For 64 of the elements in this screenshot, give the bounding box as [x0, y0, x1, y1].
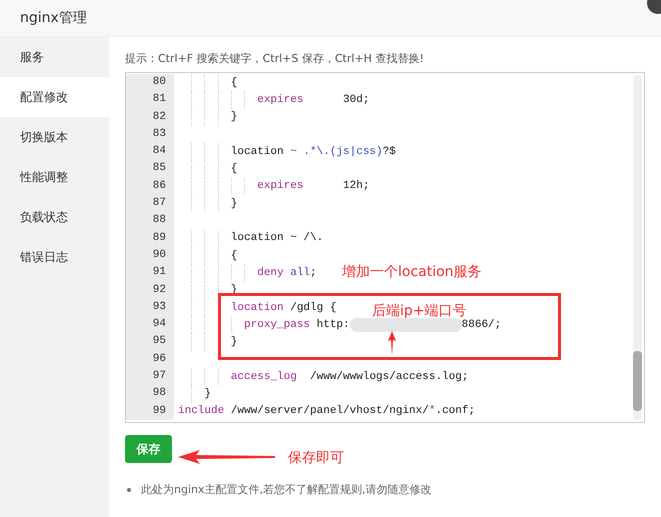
code-token: /www/wwwlogs/access.log;	[309, 370, 468, 383]
line-number: 84	[126, 143, 174, 160]
code-token: }	[230, 111, 238, 124]
line-number: 93	[126, 298, 174, 316]
code-token: deny	[256, 266, 284, 279]
bullet-icon	[127, 488, 131, 492]
line-number: 82	[126, 108, 174, 126]
code-editor[interactable]	[125, 72, 645, 423]
code-token: *	[428, 405, 436, 418]
code-token: access_log	[230, 370, 297, 383]
line-number: 94	[126, 316, 174, 334]
code-token: .conf;	[435, 405, 476, 418]
code-token: ?$	[382, 146, 396, 158]
window-title: nginx管理	[20, 9, 87, 27]
line-number: 96	[126, 350, 174, 368]
line-number: 99	[126, 402, 174, 420]
sidebar-item[interactable]: 服务	[0, 37, 109, 77]
line-number: 90	[126, 246, 174, 264]
annotation-text: 后端ip+端口号	[372, 302, 467, 319]
sidebar-item[interactable]: 配置修改	[0, 77, 109, 117]
line-number: 89	[126, 230, 174, 247]
code-token: location ~ /\.	[230, 232, 324, 244]
scrollbar[interactable]	[633, 75, 642, 420]
code-token: {	[230, 163, 238, 176]
code-token: /www/server/panel/vhost/nginx/	[230, 405, 429, 418]
code-token: }	[230, 336, 238, 348]
line-number: 85	[126, 160, 174, 178]
line-number: 87	[126, 195, 174, 212]
code-token: 8866/;	[462, 318, 502, 331]
code-token: location	[230, 302, 284, 314]
code-token: ~ .*\.(js|css)	[290, 146, 383, 158]
line-number: 95	[126, 333, 174, 351]
code-token: proxy_pass	[243, 318, 310, 331]
line-number: 98	[126, 385, 174, 403]
annotation-text: 增加一个location服务	[342, 263, 482, 281]
sidebar-item[interactable]: 性能调整	[0, 157, 109, 197]
code-token: 30d;	[342, 94, 370, 106]
sidebar-item[interactable]: 切换版本	[0, 117, 109, 157]
sidebar-item[interactable]: 负载状态	[0, 197, 109, 237]
line-number: 91	[126, 264, 174, 282]
annotation-text: 保存即可	[288, 449, 344, 467]
code-token: {	[230, 250, 238, 262]
code-token: ;	[310, 266, 317, 279]
code-token: expires	[256, 180, 304, 192]
code-token: {	[230, 76, 238, 89]
note-text: 此处为nginx主配置文件,若您不了解配置规则,请勿随意修改	[141, 483, 432, 497]
line-number: 80	[126, 74, 174, 92]
code-token: }	[230, 198, 238, 210]
hint-text: 提示：Ctrl+F 搜索关键字，Ctrl+S 保存，Ctrl+H 查找替换!	[125, 51, 425, 66]
line-number: 97	[126, 368, 174, 386]
code-token: location	[230, 146, 285, 158]
code-token: all	[289, 266, 310, 279]
code-token: }	[203, 388, 212, 400]
line-number: 88	[126, 212, 174, 230]
line-number: 81	[126, 91, 174, 109]
sidebar-item[interactable]: 错误日志	[0, 237, 109, 277]
line-number: 86	[126, 178, 174, 196]
code-token: http:	[316, 318, 350, 331]
code-token: /gdlg {	[289, 302, 336, 314]
code-token: 12h;	[342, 180, 370, 192]
line-number: 92	[126, 282, 174, 299]
line-number: 83	[126, 126, 174, 144]
code-token: include	[178, 405, 224, 418]
code-token: expires	[256, 94, 304, 106]
